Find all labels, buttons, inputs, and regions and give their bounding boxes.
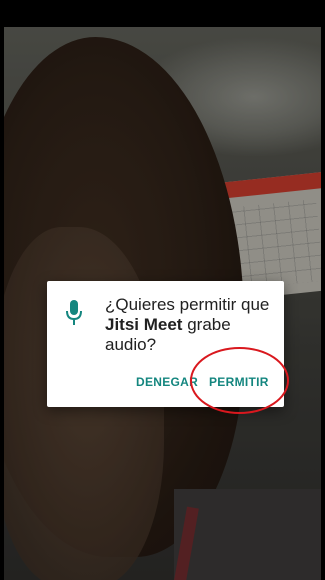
app-name: Jitsi Meet	[105, 315, 183, 334]
allow-button[interactable]: PERMITIR	[209, 375, 269, 389]
microphone-icon	[66, 300, 82, 325]
permission-dialog: ¿Quieres permitir que Jitsi Meet grabe a…	[47, 281, 284, 407]
permission-message: ¿Quieres permitir que Jitsi Meet grabe a…	[105, 295, 270, 354]
status-bar	[0, 0, 325, 27]
deny-button[interactable]: DENEGAR	[136, 375, 198, 389]
